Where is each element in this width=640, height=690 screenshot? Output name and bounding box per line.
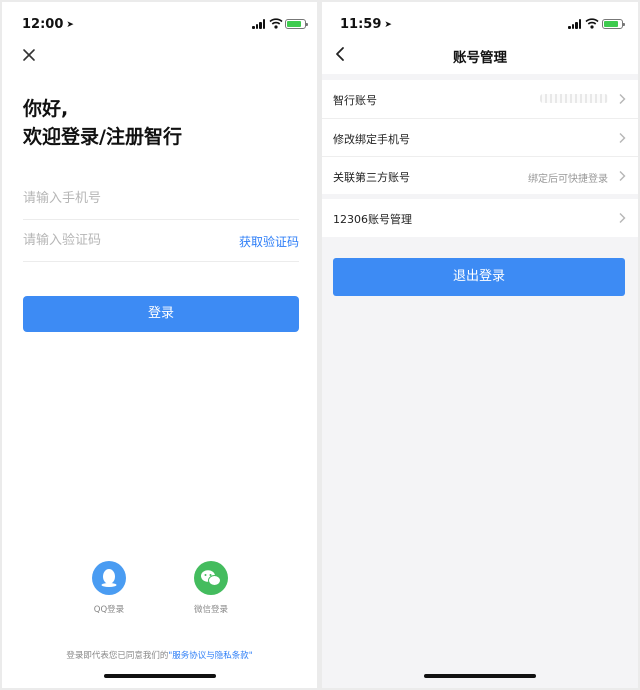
row-label: 12306账号管理 (333, 213, 412, 226)
settings-row-12306[interactable]: 12306账号管理 (322, 199, 638, 237)
account-settings-group: 智行账号 修改绑定手机号 关联第三方账号 绑定后可快捷登录 (322, 80, 638, 194)
agreement-text: 登录即代表您已同意我们的"服务协议与隐私条款" (66, 651, 253, 661)
masked-account-value (540, 94, 608, 103)
welcome-heading: 你好, 欢迎登录/注册智行 (23, 95, 182, 151)
close-icon[interactable] (20, 46, 38, 64)
wechat-icon (194, 561, 228, 595)
greeting-line-1: 你好, (23, 98, 69, 120)
get-code-button[interactable]: 获取验证码 (239, 233, 299, 250)
row-hint: 绑定后可快捷登录 (528, 174, 608, 185)
chevron-right-icon (619, 213, 626, 223)
row-label: 修改绑定手机号 (333, 133, 410, 146)
chevron-right-icon (619, 133, 626, 143)
code-input-row: 获取验证码 (23, 220, 299, 262)
settings-row-change-phone[interactable]: 修改绑定手机号 (322, 118, 638, 156)
status-time: 11:59 ➤ (340, 17, 392, 32)
chevron-right-icon (619, 94, 626, 104)
settings-row-zhixing-account[interactable]: 智行账号 (322, 80, 638, 118)
agreement-link[interactable]: "服务协议与隐私条款" (168, 651, 252, 661)
chevron-right-icon (619, 171, 626, 181)
settings-row-third-party[interactable]: 关联第三方账号 绑定后可快捷登录 (322, 156, 638, 194)
wifi-icon (269, 18, 283, 29)
wechat-login-label: 微信登录 (193, 605, 228, 615)
battery-icon (602, 19, 625, 29)
railway-settings-group: 12306账号管理 (322, 199, 638, 237)
battery-icon (285, 19, 308, 29)
status-time: 12:00 ➤ (22, 17, 74, 32)
home-indicator (424, 674, 536, 678)
qq-icon (92, 561, 126, 595)
page-title: 账号管理 (453, 50, 507, 66)
phone-input-row (23, 178, 299, 220)
status-bar: 12:00 ➤ (2, 2, 317, 46)
login-screen: 12:00➤ 你好, 欢迎登录/注册智行 获取验证码 登录 QQ登录 微信登录 … (2, 2, 317, 688)
nav-bar: 11:59 ➤ 账号管理 (322, 2, 638, 74)
qq-login-label: QQ登录 (93, 605, 125, 615)
location-arrow-icon: ➤ (384, 20, 392, 30)
location-arrow-icon: ➤ (66, 20, 74, 30)
home-indicator (103, 674, 216, 678)
qq-login-button[interactable]: QQ登录 (79, 561, 139, 615)
row-label: 智行账号 (333, 94, 377, 107)
logout-button[interactable]: 退出登录 (333, 258, 625, 296)
row-label: 关联第三方账号 (333, 171, 410, 184)
greeting-line-2: 欢迎登录/注册智行 (23, 126, 182, 148)
signal-icon (252, 19, 266, 29)
signal-icon (568, 19, 582, 29)
wechat-login-button[interactable]: 微信登录 (181, 561, 241, 615)
verification-code-input[interactable] (23, 220, 223, 261)
account-management-screen: 11:59 ➤ 账号管理 智行账号 修改绑定手机号 关联第三方账号 绑定后可快捷登… (322, 2, 638, 688)
wifi-icon (585, 18, 599, 29)
login-button[interactable]: 登录 (23, 296, 299, 332)
phone-input[interactable] (23, 178, 223, 219)
